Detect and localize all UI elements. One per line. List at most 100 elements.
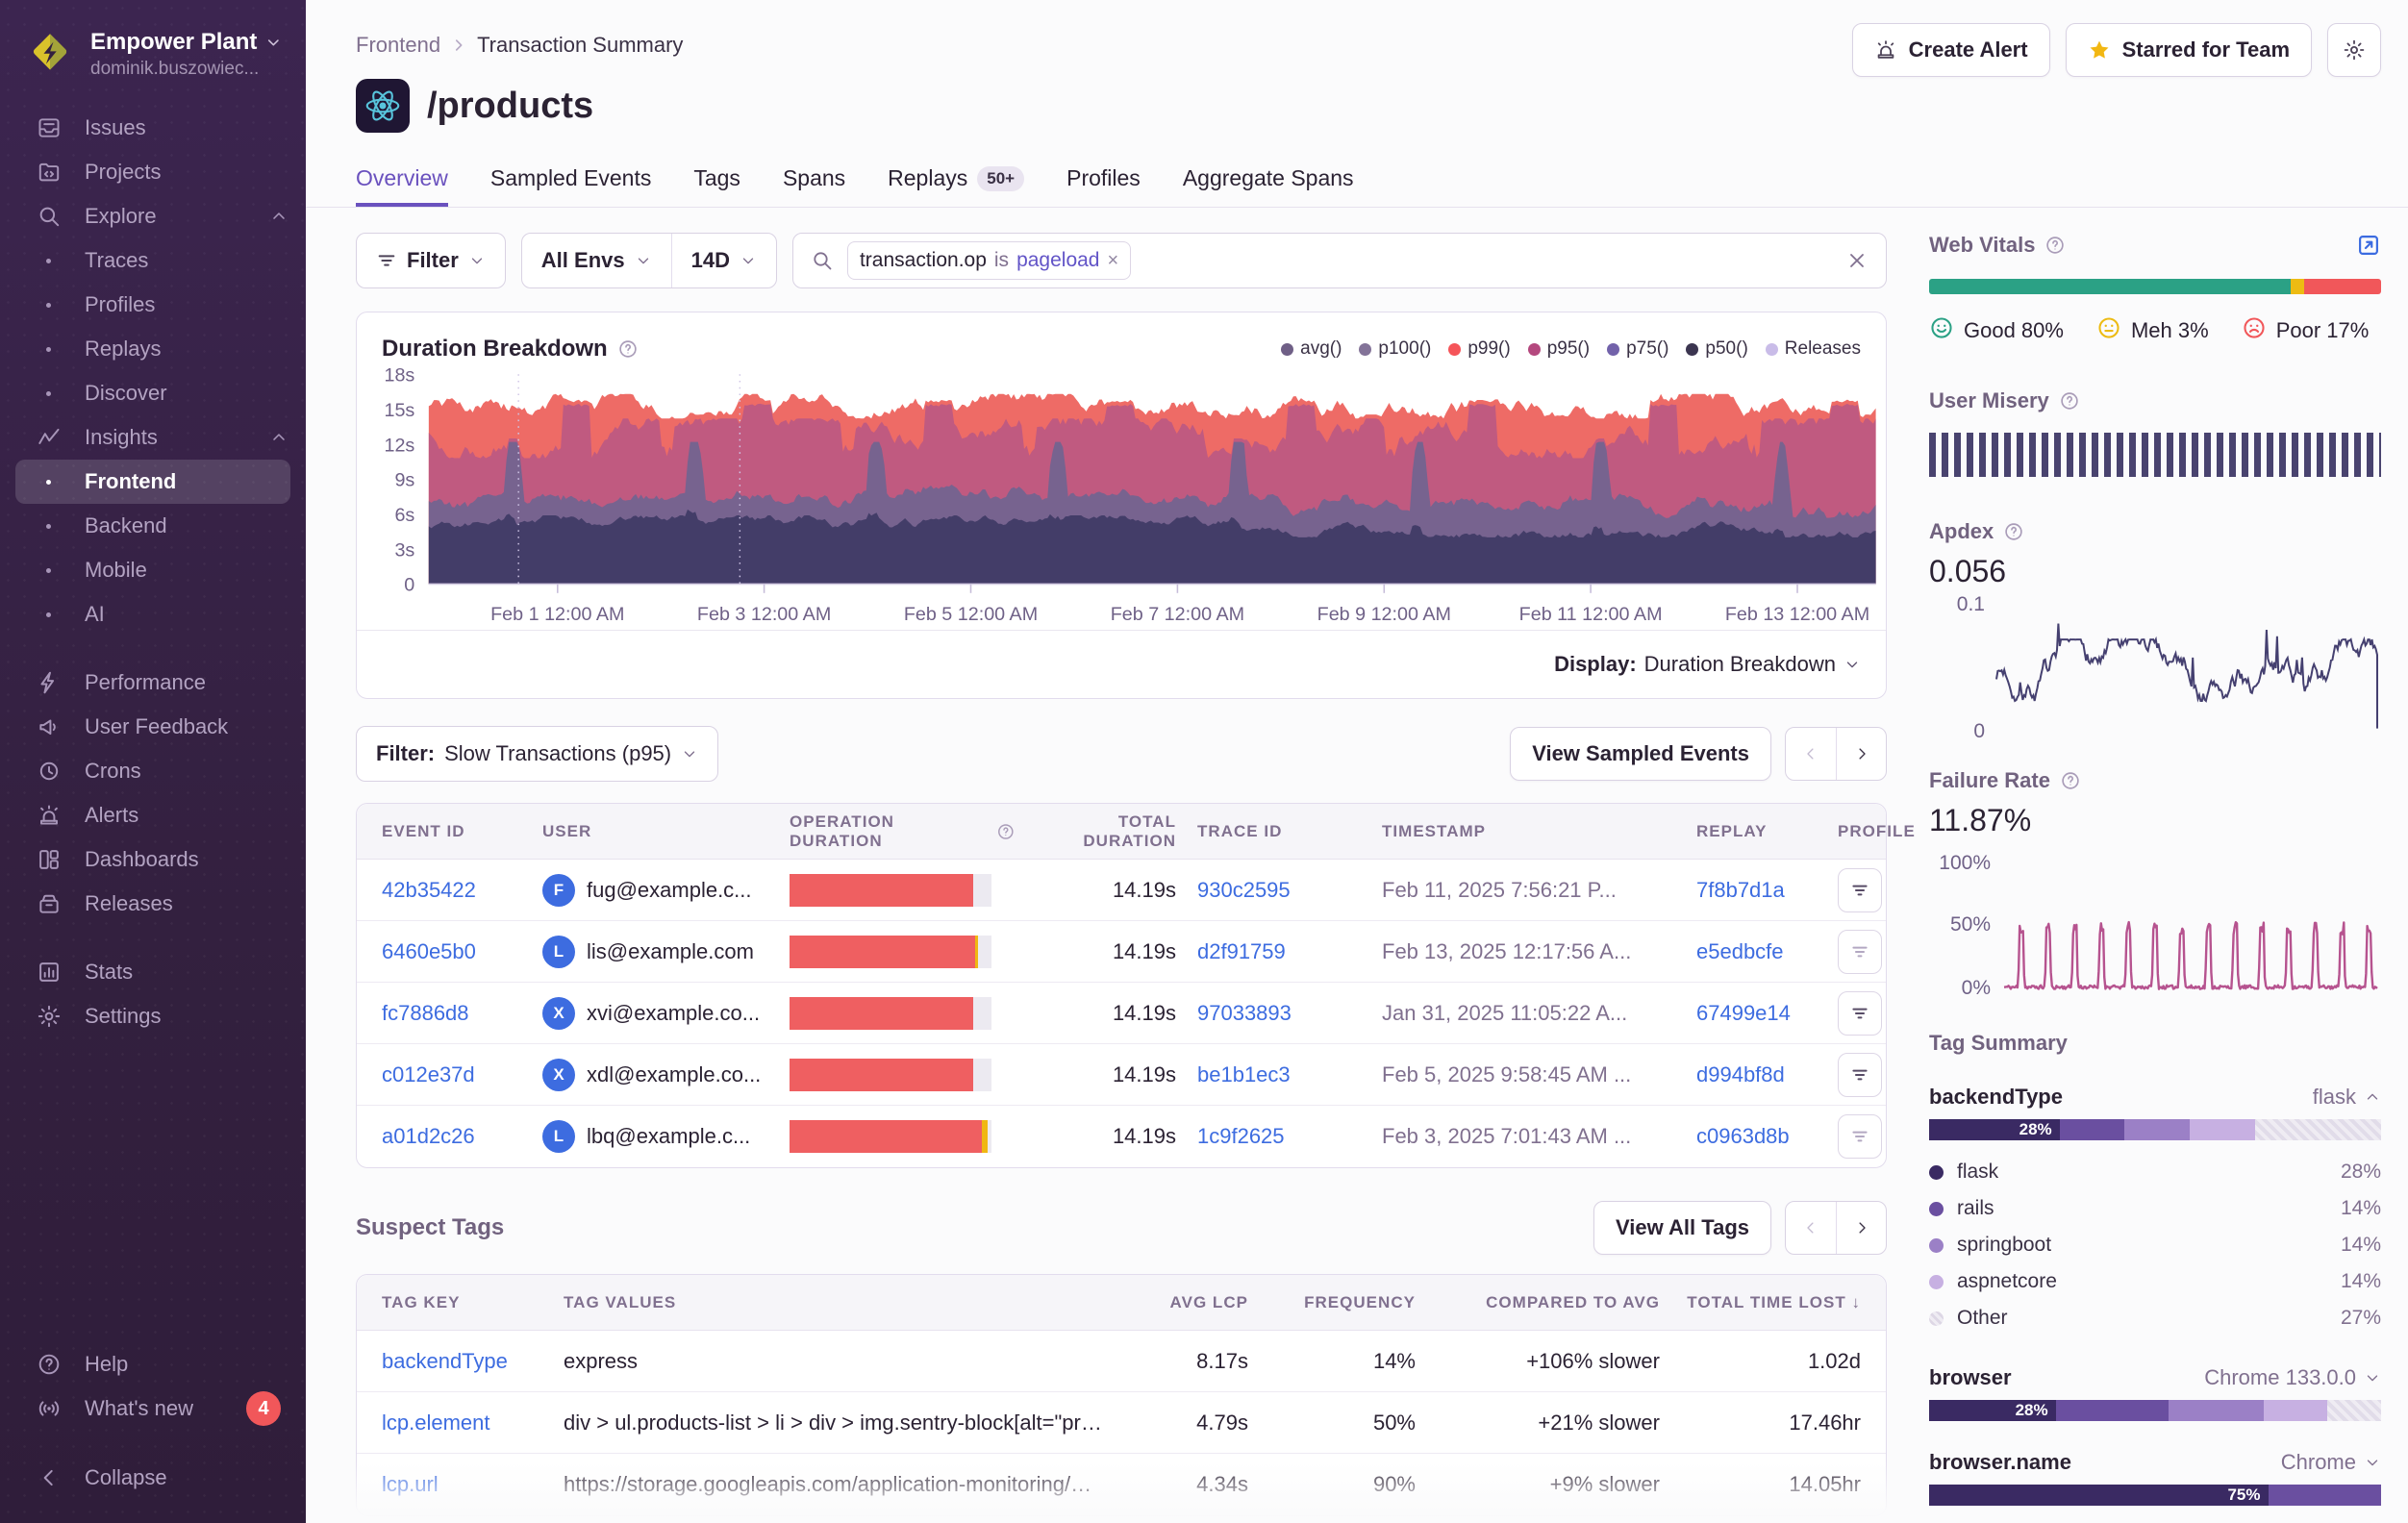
help-circle-icon[interactable] (2003, 521, 2024, 542)
tab-profiles[interactable]: Profiles (1066, 165, 1141, 207)
replay-link[interactable]: d994bf8d (1696, 1062, 1817, 1087)
profile-button[interactable] (1838, 1114, 1882, 1159)
legend-item-avg[interactable]: avg() (1281, 338, 1342, 360)
view-all-tags-button[interactable]: View All Tags (1593, 1201, 1771, 1255)
event-id-link[interactable]: fc7886d8 (382, 1001, 521, 1026)
help-circle-icon[interactable] (2044, 235, 2066, 256)
help-circle-icon[interactable] (2060, 770, 2081, 791)
settings-button[interactable] (2327, 23, 2381, 77)
sidebar-item-issues[interactable]: Issues (0, 106, 306, 150)
tag-legend-row[interactable]: aspnetcore14% (1929, 1263, 2381, 1300)
sidebar-item-traces[interactable]: Traces (0, 238, 306, 283)
column-header-total-time-lost[interactable]: TOTAL TIME LOST ↓ (1683, 1293, 1861, 1312)
tag-value-dropdown[interactable]: flask (2313, 1085, 2381, 1110)
pagination-prev-button[interactable] (1786, 1202, 1836, 1254)
token-remove-icon[interactable]: × (1107, 250, 1118, 272)
legend-item-p100[interactable]: p100() (1359, 338, 1431, 360)
sidebar-collapse-button[interactable]: Collapse (0, 1456, 306, 1500)
event-id-link[interactable]: a01d2c26 (382, 1124, 521, 1149)
operation-duration-bar[interactable] (790, 1120, 991, 1153)
legend-item-p75[interactable]: p75() (1607, 338, 1668, 360)
legend-item-Releases[interactable]: Releases (1766, 338, 1861, 360)
sidebar-item-dashboards[interactable]: Dashboards (0, 837, 306, 882)
sidebar-item-stats[interactable]: Stats (0, 950, 306, 994)
tab-overview[interactable]: Overview (356, 165, 448, 207)
operation-duration-bar[interactable] (790, 874, 991, 907)
legend-item-p50[interactable]: p50() (1686, 338, 1747, 360)
starred-for-team-button[interactable]: Starred for Team (2066, 23, 2312, 77)
tag-key-link[interactable]: backendType (382, 1349, 540, 1374)
search-input[interactable]: transaction.op is pageload × (792, 233, 1887, 288)
replay-link[interactable]: 7f8b7d1a (1696, 878, 1817, 903)
help-circle-icon[interactable] (2059, 390, 2080, 412)
tag-value-dropdown[interactable]: Chrome (2281, 1450, 2381, 1475)
profile-button[interactable] (1838, 991, 1882, 1036)
create-alert-button[interactable]: Create Alert (1852, 23, 2050, 77)
sidebar-item-help[interactable]: Help (0, 1342, 306, 1386)
operation-duration-bar[interactable] (790, 1059, 991, 1091)
tab-tags[interactable]: Tags (693, 165, 740, 207)
sidebar-item-whats-new[interactable]: What's new 4 (0, 1386, 306, 1431)
org-switcher[interactable]: Empower Plant dominik.buszowiec... (0, 0, 306, 100)
sidebar-item-ai[interactable]: AI (0, 592, 306, 637)
replay-link[interactable]: c0963d8b (1696, 1124, 1817, 1149)
event-id-link[interactable]: 6460e5b0 (382, 939, 521, 964)
tab-aggregate-spans[interactable]: Aggregate Spans (1183, 165, 1354, 207)
tag-legend-row[interactable]: flask28% (1929, 1154, 2381, 1190)
legend-item-p95[interactable]: p95() (1528, 338, 1590, 360)
sidebar-item-insights[interactable]: Insights (0, 415, 306, 460)
sidebar-item-explore[interactable]: Explore (0, 194, 306, 238)
view-sampled-events-button[interactable]: View Sampled Events (1510, 727, 1771, 781)
tag-legend-row[interactable]: Other27% (1929, 1300, 2381, 1336)
sidebar-item-frontend[interactable]: Frontend (15, 460, 290, 504)
help-circle-icon[interactable] (996, 822, 1016, 841)
sidebar-item-mobile[interactable]: Mobile (0, 548, 306, 592)
sidebar-item-user-feedback[interactable]: User Feedback (0, 705, 306, 749)
tag-value-dropdown[interactable]: Chrome 133.0.0 (2204, 1365, 2381, 1390)
tag-distribution-bar[interactable]: 75% (1929, 1485, 2381, 1506)
tag-key-link[interactable]: lcp.element (382, 1411, 540, 1436)
tag-legend-row[interactable]: springboot14% (1929, 1227, 2381, 1263)
web-vitals-bar[interactable] (1929, 279, 2381, 294)
sidebar-item-replays[interactable]: Replays (0, 327, 306, 371)
duration-breakdown-chart[interactable]: 18s15s12s9s6s3s0Feb 1 12:00 AMFeb 3 12:0… (357, 368, 1886, 630)
search-clear-icon[interactable] (1845, 249, 1869, 272)
sidebar-item-profiles[interactable]: Profiles (0, 283, 306, 327)
sidebar-item-settings[interactable]: Settings (0, 994, 306, 1038)
pagination-next-button[interactable] (1836, 1202, 1886, 1254)
period-selector[interactable]: 14D (671, 234, 776, 287)
tag-legend-row[interactable]: rails14% (1929, 1190, 2381, 1227)
profile-button[interactable] (1838, 868, 1882, 912)
replay-link[interactable]: 67499e14 (1696, 1001, 1817, 1026)
event-id-link[interactable]: 42b35422 (382, 878, 521, 903)
profile-button[interactable] (1838, 1053, 1882, 1097)
trace-id-link[interactable]: 97033893 (1197, 1001, 1361, 1026)
pagination-next-button[interactable] (1836, 728, 1886, 780)
tag-distribution-bar[interactable]: 28% (1929, 1119, 2381, 1140)
filter-button[interactable]: Filter (356, 233, 506, 288)
profile-button[interactable] (1838, 930, 1882, 974)
sidebar-item-performance[interactable]: Performance (0, 661, 306, 705)
search-token[interactable]: transaction.op is pageload × (847, 241, 1131, 280)
env-selector[interactable]: All Envs (522, 234, 671, 287)
help-circle-icon[interactable] (617, 338, 639, 360)
trace-id-link[interactable]: d2f91759 (1197, 939, 1361, 964)
trace-id-link[interactable]: 1c9f2625 (1197, 1124, 1361, 1149)
breadcrumb-frontend[interactable]: Frontend (356, 33, 440, 58)
sidebar-item-projects[interactable]: Projects (0, 150, 306, 194)
operation-duration-bar[interactable] (790, 936, 991, 968)
pagination-prev-button[interactable] (1786, 728, 1836, 780)
sidebar-item-backend[interactable]: Backend (0, 504, 306, 548)
legend-item-p99[interactable]: p99() (1448, 338, 1510, 360)
sidebar-item-alerts[interactable]: Alerts (0, 793, 306, 837)
replay-link[interactable]: e5edbcfe (1696, 939, 1817, 964)
trace-id-link[interactable]: 930c2595 (1197, 878, 1361, 903)
tag-key-link[interactable]: lcp.url (382, 1472, 540, 1497)
sidebar-item-crons[interactable]: Crons (0, 749, 306, 793)
open-in-new-icon[interactable] (2356, 233, 2381, 258)
display-dropdown[interactable]: Duration Breakdown (1644, 652, 1836, 677)
trace-id-link[interactable]: be1b1ec3 (1197, 1062, 1361, 1087)
tag-distribution-bar[interactable]: 28% (1929, 1400, 2381, 1421)
operation-duration-bar[interactable] (790, 997, 991, 1030)
transactions-filter-dropdown[interactable]: Filter: Slow Transactions (p95) (356, 726, 718, 782)
